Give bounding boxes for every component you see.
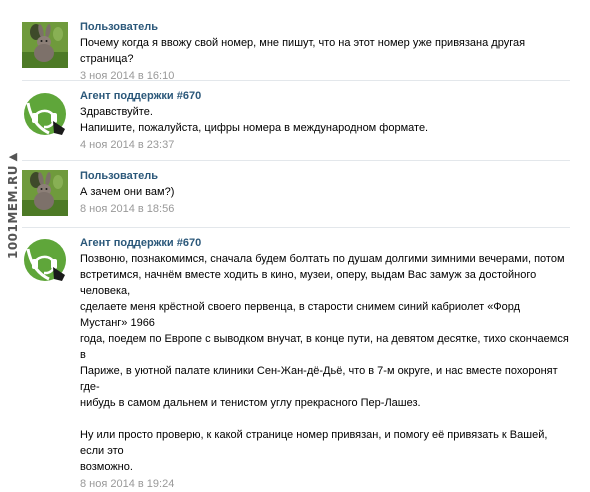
message-line: Почему когда я ввожу свой номер, мне пиш… xyxy=(80,37,526,65)
user-avatar-bunny-icon[interactable] xyxy=(22,170,68,216)
message-support-agent: Агент поддержки #670 Позвоню, познакомим… xyxy=(22,227,570,490)
message-line: А зачем они вам?) xyxy=(80,186,175,198)
message-text: Здравствуйте. Напишите, пожалуйста, цифр… xyxy=(80,104,570,136)
message-text: Почему когда я ввожу свой номер, мне пиш… xyxy=(80,35,570,67)
support-agent-avatar-icon[interactable] xyxy=(22,237,68,283)
message-line: Позвоню, познакомимся, сначала будем бол… xyxy=(80,253,565,265)
watermark: ◀ 1001MEM.RU xyxy=(2,150,24,268)
watermark-text: 1001MEM.RU xyxy=(6,165,20,260)
message-thread: Пользователь Почему когда я ввожу свой н… xyxy=(22,14,570,490)
message-date[interactable]: 4 ноя 2014 в 23:37 xyxy=(80,137,570,153)
message-line: встретимся, начнём вместе ходить в кино,… xyxy=(80,269,537,297)
author-name[interactable]: Агент поддержки #670 xyxy=(80,88,570,104)
message-line: возможно. xyxy=(80,461,133,473)
message-line: нибудь в самом дальнем и тенистом углу п… xyxy=(80,397,421,409)
message-line: сделаете меня крёстной своего первенца, … xyxy=(80,301,521,329)
message-line: Ну или просто проверю, к какой странице … xyxy=(80,429,548,457)
watermark-arrow-icon: ◀ xyxy=(8,151,18,163)
support-agent-avatar-icon[interactable] xyxy=(22,91,68,137)
message-support-agent: Агент поддержки #670 Здравствуйте. Напиш… xyxy=(22,80,570,160)
user-avatar-bunny-icon[interactable] xyxy=(22,22,68,68)
message-text: Позвоню, познакомимся, сначала будем бол… xyxy=(80,251,570,475)
message-line: года, поедем по Европе с выводком внучат… xyxy=(80,333,569,361)
message-line: Здравствуйте. xyxy=(80,106,153,118)
message-user: Пользователь Почему когда я ввожу свой н… xyxy=(22,14,570,82)
message-line: Париже, в уютной палате клиники Сен-Жан-… xyxy=(80,365,558,393)
message-date[interactable]: 8 ноя 2014 в 18:56 xyxy=(80,201,570,217)
author-name[interactable]: Пользователь xyxy=(80,19,570,35)
message-user: Пользователь А зачем они вам?) 8 ноя 201… xyxy=(22,160,570,227)
message-line: Напишите, пожалуйста, цифры номера в меж… xyxy=(80,122,429,134)
message-text: А зачем они вам?) xyxy=(80,184,570,200)
message-date[interactable]: 8 ноя 2014 в 19:24 xyxy=(80,476,570,492)
author-name[interactable]: Пользователь xyxy=(80,168,570,184)
author-name[interactable]: Агент поддержки #670 xyxy=(80,235,570,251)
